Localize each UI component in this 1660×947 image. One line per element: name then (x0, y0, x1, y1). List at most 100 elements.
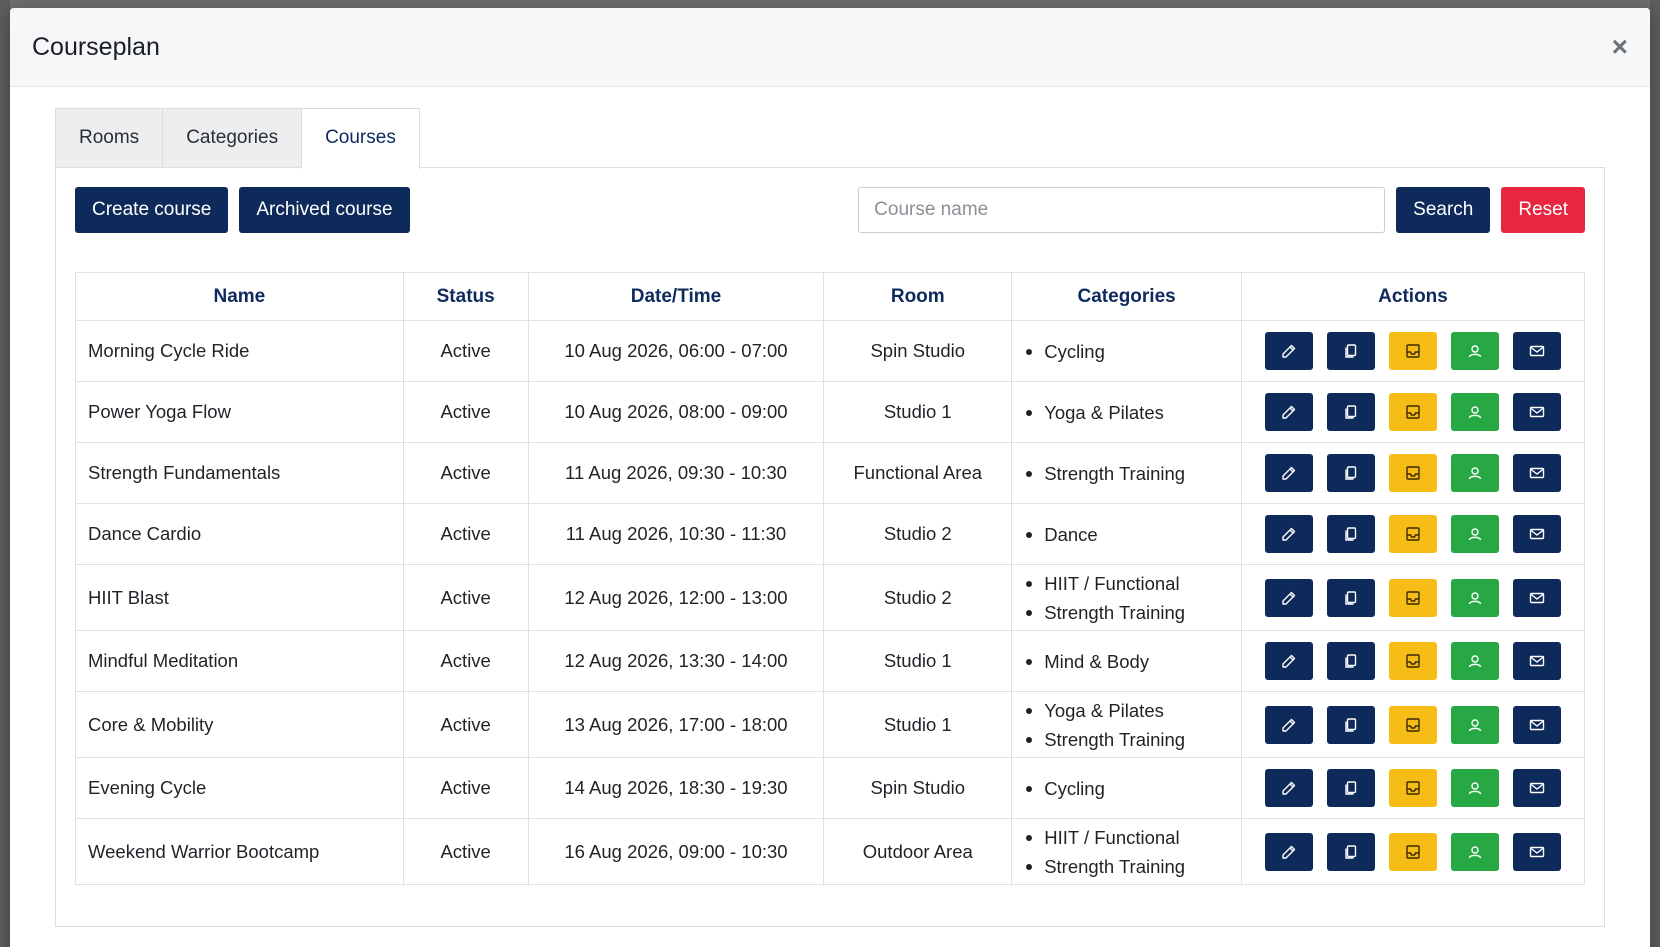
participants-button[interactable] (1451, 705, 1500, 744)
category-list: HIIT / Functional Strength Training (1024, 569, 1241, 627)
email-button[interactable] (1513, 578, 1562, 617)
tab-rooms[interactable]: Rooms (55, 108, 164, 168)
edit-button[interactable] (1265, 578, 1314, 617)
table-row: Power Yoga Flow Active 10 Aug 2026, 08:0… (75, 381, 1585, 443)
email-button[interactable] (1513, 642, 1562, 680)
room-cell: Spin Studio (823, 320, 1013, 382)
participants-button[interactable] (1451, 578, 1500, 617)
edit-button[interactable] (1265, 332, 1314, 370)
category-list: Mind & Body (1024, 647, 1241, 676)
participants-button[interactable] (1451, 393, 1500, 431)
course-status: Active (440, 586, 491, 608)
participants-button[interactable] (1451, 832, 1500, 871)
edit-button[interactable] (1265, 769, 1314, 807)
duplicate-button[interactable] (1327, 832, 1376, 871)
duplicate-button[interactable] (1327, 642, 1376, 680)
table-row: Weekend Warrior Bootcamp Active 16 Aug 2… (75, 818, 1585, 885)
category-list: Yoga & Pilates (1024, 398, 1241, 427)
close-icon[interactable]: × (1612, 33, 1628, 61)
envelope-icon (1529, 345, 1545, 357)
course-room: Studio 1 (883, 401, 952, 422)
archive-icon (1406, 590, 1420, 605)
course-name-search-input[interactable] (858, 187, 1386, 233)
email-button[interactable] (1513, 515, 1562, 553)
category-list: Strength Training (1024, 459, 1241, 488)
participants-button[interactable] (1451, 515, 1500, 553)
edit-button[interactable] (1265, 393, 1314, 431)
duplicate-button[interactable] (1327, 393, 1376, 431)
create-course-button[interactable]: Create course (75, 187, 229, 233)
table-row: Core & Mobility Active 13 Aug 2026, 17:0… (75, 691, 1585, 758)
toolbar: Create course Archived course Search Res… (75, 187, 1585, 233)
tab-courses[interactable]: Courses (301, 108, 420, 169)
duplicate-button[interactable] (1327, 515, 1376, 553)
participants-button[interactable] (1451, 769, 1500, 807)
status-cell: Active (402, 691, 529, 758)
participants-button[interactable] (1451, 642, 1500, 680)
edit-button[interactable] (1265, 454, 1314, 492)
archive-button[interactable] (1389, 832, 1438, 871)
category-item: Yoga & Pilates (1024, 398, 1241, 427)
duplicate-button[interactable] (1327, 454, 1376, 492)
edit-button[interactable] (1265, 515, 1314, 553)
email-button[interactable] (1513, 332, 1562, 370)
archived-course-button[interactable]: Archived course (239, 187, 410, 233)
course-status: Active (440, 401, 491, 422)
archive-icon (1406, 466, 1420, 480)
status-cell: Active (402, 630, 529, 692)
participants-button[interactable] (1451, 454, 1500, 492)
tab-categories[interactable]: Categories (162, 108, 303, 168)
backdrop-right (1650, 0, 1660, 947)
duplicate-button[interactable] (1327, 769, 1376, 807)
email-button[interactable] (1513, 705, 1562, 744)
users-icon (1468, 718, 1482, 731)
duplicate-button[interactable] (1327, 705, 1376, 744)
users-icon (1468, 467, 1482, 480)
category-item: Yoga & Pilates (1024, 696, 1241, 725)
archive-button[interactable] (1389, 515, 1438, 553)
course-datetime: 16 Aug 2026, 09:00 - 10:30 (564, 840, 788, 862)
participants-button[interactable] (1451, 332, 1500, 370)
status-cell: Active (402, 564, 529, 631)
course-name-cell: Weekend Warrior Bootcamp (75, 818, 404, 885)
actions-cell (1241, 503, 1585, 565)
email-button[interactable] (1513, 832, 1562, 871)
category-item: Mind & Body (1024, 647, 1241, 676)
categories-cell: Yoga & Pilates (1011, 381, 1243, 443)
course-name-cell: Morning Cycle Ride (75, 320, 404, 382)
archive-button[interactable] (1389, 454, 1438, 492)
category-item: Cycling (1024, 337, 1241, 366)
actions-cell (1241, 630, 1585, 692)
action-buttons (1242, 578, 1584, 617)
action-buttons (1242, 705, 1584, 744)
email-button[interactable] (1513, 454, 1562, 492)
action-buttons (1242, 515, 1584, 553)
email-button[interactable] (1513, 769, 1562, 807)
archive-button[interactable] (1389, 578, 1438, 617)
search-button[interactable]: Search (1396, 187, 1491, 233)
reset-button[interactable]: Reset (1501, 187, 1585, 233)
edit-button[interactable] (1265, 642, 1314, 680)
pencil-icon (1282, 845, 1296, 859)
courseplan-modal: Courseplan × Rooms Categories Courses Cr… (10, 8, 1650, 947)
table-row: Mindful Meditation Active 12 Aug 2026, 1… (75, 630, 1585, 692)
email-button[interactable] (1513, 393, 1562, 431)
table-row: Dance Cardio Active 11 Aug 2026, 10:30 -… (75, 503, 1585, 565)
copy-icon (1345, 344, 1357, 358)
course-status: Active (440, 340, 491, 361)
edit-button[interactable] (1265, 705, 1314, 744)
category-list: HIIT / Functional Strength Training (1024, 823, 1241, 881)
actions-cell (1241, 564, 1585, 631)
duplicate-button[interactable] (1327, 332, 1376, 370)
archive-button[interactable] (1389, 642, 1438, 680)
archive-button[interactable] (1389, 705, 1438, 744)
edit-button[interactable] (1265, 832, 1314, 871)
archive-button[interactable] (1389, 393, 1438, 431)
archive-button[interactable] (1389, 769, 1438, 807)
status-cell: Active (402, 381, 529, 443)
archive-button[interactable] (1389, 332, 1438, 370)
course-room: Spin Studio (870, 340, 966, 361)
room-cell: Studio 1 (823, 630, 1013, 692)
category-item: Strength Training (1024, 459, 1241, 488)
duplicate-button[interactable] (1327, 578, 1376, 617)
